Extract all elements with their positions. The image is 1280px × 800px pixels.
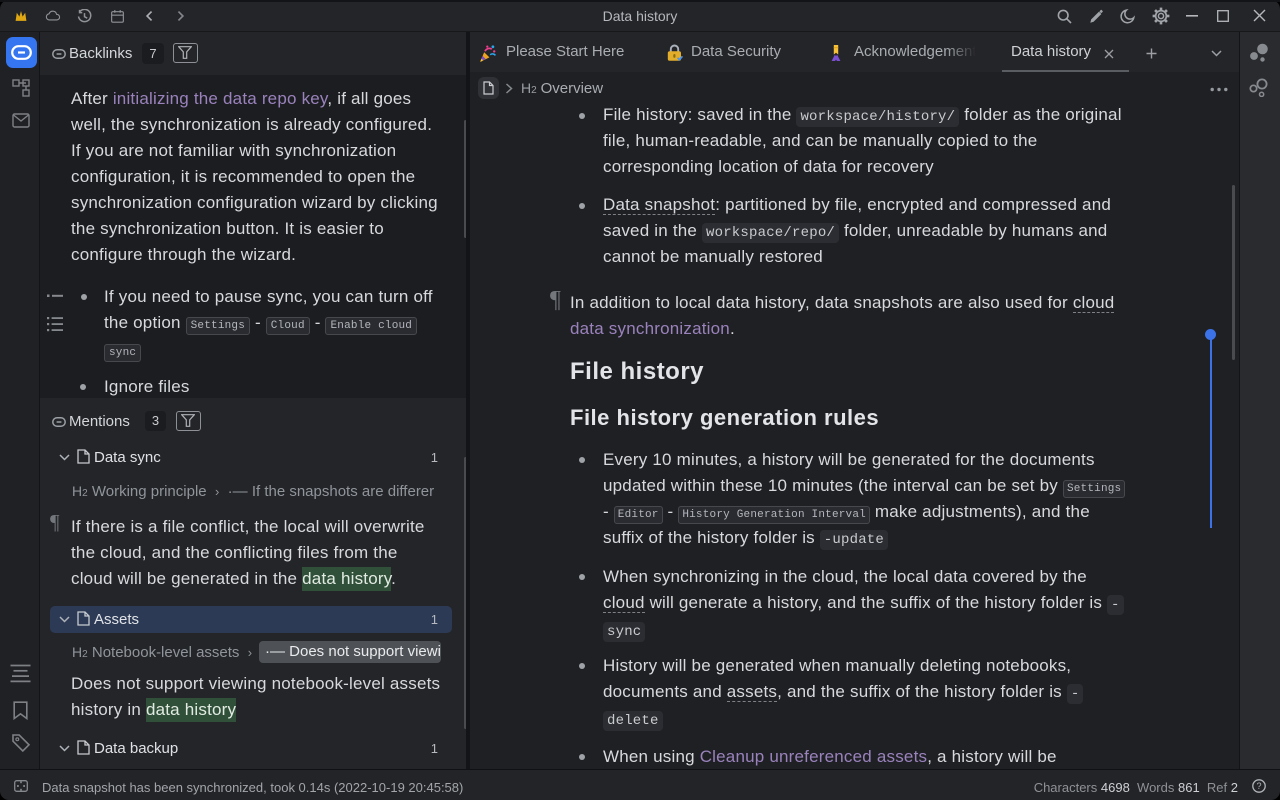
svg-text:?: ? bbox=[1256, 781, 1261, 791]
